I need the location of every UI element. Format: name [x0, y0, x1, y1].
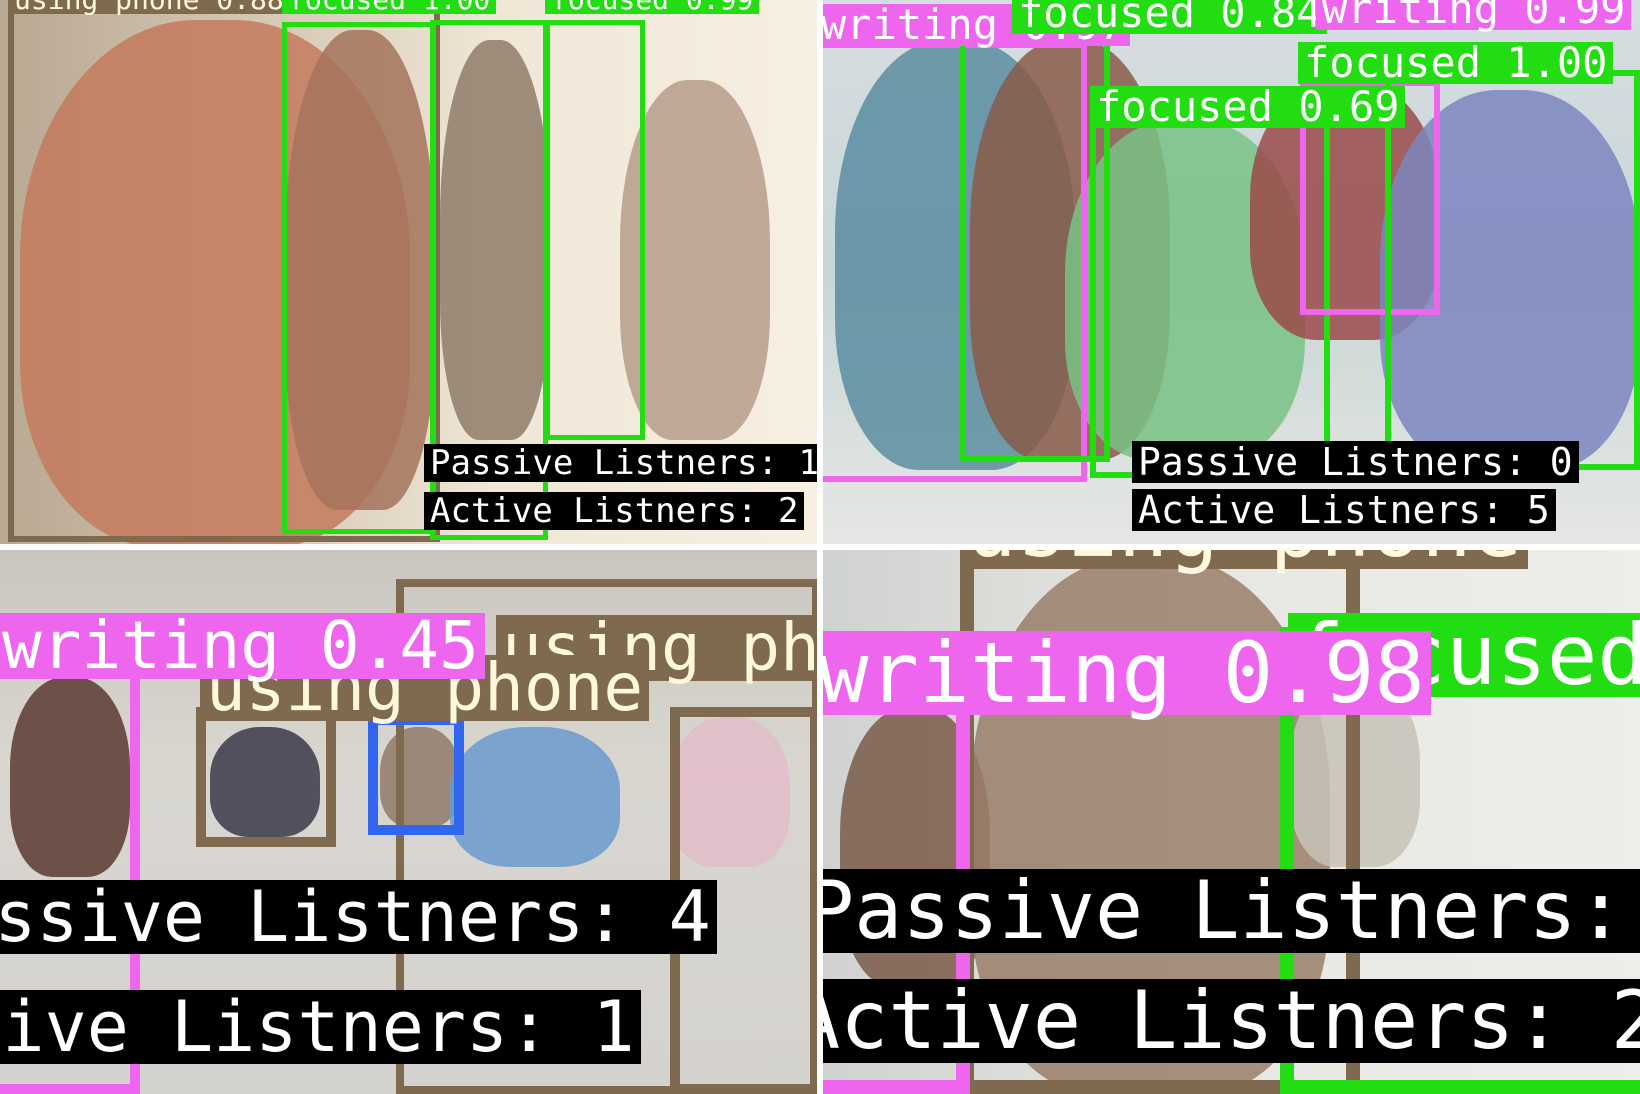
detection-label: focused 1.00: [1298, 42, 1614, 84]
detection-box: [282, 22, 436, 534]
image-grid: using phone 0.88 focused 1.00 focused 0.…: [0, 0, 1640, 1094]
passive-listeners-count: Passive Listners: 1: [424, 444, 820, 482]
panel-bottom-right: using phone focused writing 0.98 Passive…: [820, 547, 1640, 1094]
detection-label: writing 0.99: [1316, 0, 1632, 30]
panel-bottom-left: using phone using phone writing 0.45 Pas…: [0, 547, 820, 1094]
active-listeners-count: Active Listners: 5: [1132, 489, 1556, 531]
active-listeners-count: Active Listners: 1: [0, 990, 641, 1064]
detection-label: focused 0.69: [1090, 86, 1406, 128]
panel-top-left: using phone 0.88 focused 1.00 focused 0.…: [0, 0, 820, 547]
active-listeners-count: Active Listners: 2: [424, 492, 805, 530]
detection-box: [196, 707, 336, 847]
detection-label: focused 1.00: [282, 0, 497, 14]
passive-listeners-count: Passive Listners: 4: [0, 880, 717, 954]
detection-label: using phone 0.88: [8, 0, 290, 14]
detection-label: writing 0.45: [0, 613, 485, 679]
detection-label: focused 0.99: [545, 0, 760, 14]
grid-divider-horizontal: [0, 544, 1640, 550]
detection-box: [1385, 70, 1640, 470]
detection-label: using phone: [960, 547, 1529, 569]
passive-listeners-count: Passive Listners: 1: [820, 869, 1640, 953]
active-listeners-count: Active Listners: 2: [820, 979, 1640, 1063]
detection-box: [1090, 108, 1330, 478]
detection-label: writing 0.98: [820, 631, 1431, 715]
detection-label: focused 0.84: [1012, 0, 1328, 34]
panel-top-right: writing 0.97 focused 0.84 writing 0.99 f…: [820, 0, 1640, 547]
detection-box: [960, 34, 1110, 462]
detection-box: [368, 715, 464, 835]
passive-listeners-count: Passive Listners: 0: [1132, 441, 1579, 483]
detection-box: [545, 20, 645, 440]
